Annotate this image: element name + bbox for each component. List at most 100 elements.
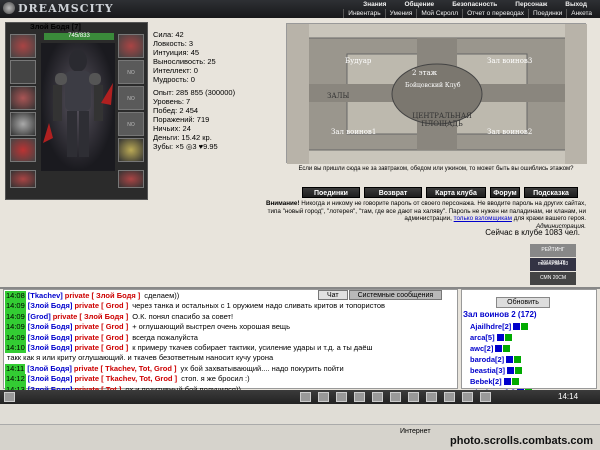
clan-icon bbox=[514, 356, 522, 363]
chat-nick[interactable]: [Grod] bbox=[28, 312, 51, 322]
forum-button[interactable]: Форум bbox=[490, 187, 520, 198]
user-list-item[interactable]: Ajailhdre[2] bbox=[470, 321, 595, 332]
ring-slot-2[interactable]: NO IMAGE bbox=[118, 86, 144, 126]
nav-communication[interactable]: Общение bbox=[395, 0, 443, 9]
user-name[interactable]: Bebek[2] bbox=[470, 376, 502, 387]
user-list-item[interactable]: awc[2] bbox=[470, 343, 595, 354]
chat-private-tag[interactable]: private [ Grod ] bbox=[74, 322, 128, 332]
hero-stats: Сила: 42 Ловкость: 3 Интуиция: 45 Выносл… bbox=[153, 30, 283, 84]
boots-slot[interactable] bbox=[118, 170, 144, 188]
chat-private-tag[interactable]: private [ Злой Бодя ] bbox=[53, 312, 129, 322]
info-icon[interactable] bbox=[496, 334, 504, 341]
map-floor-2[interactable]: 2 этаж bbox=[412, 69, 437, 77]
settings-icon[interactable] bbox=[372, 392, 383, 402]
stat-money: Деньги: 15.42 кр. bbox=[153, 133, 212, 142]
logo-text: DREAMSCITY bbox=[18, 2, 114, 15]
chat-message: ух бой захватывающий.... надо покурить п… bbox=[180, 363, 344, 373]
user-list-item[interactable]: beastia[3] bbox=[470, 365, 595, 376]
earring-slot[interactable] bbox=[10, 60, 36, 84]
user-name[interactable]: Ajailhdre[2] bbox=[470, 321, 511, 332]
ring-slot-3[interactable]: NO IMAGE bbox=[118, 112, 144, 152]
lock-icon[interactable] bbox=[426, 392, 437, 402]
map-hall-2[interactable]: Зал воинов2 bbox=[487, 128, 532, 136]
chat-private-tag[interactable]: private [ Grod ] bbox=[74, 343, 128, 353]
site-logo[interactable]: DREAMSCITY bbox=[3, 2, 123, 16]
chat-input-row[interactable] bbox=[0, 404, 600, 424]
user-name[interactable]: awc[2] bbox=[470, 343, 493, 354]
chat-nick[interactable]: [Злой Бодя] bbox=[28, 333, 73, 343]
sound-icon[interactable] bbox=[336, 392, 347, 402]
info-icon[interactable] bbox=[503, 378, 511, 385]
chat-private-tag[interactable]: private [ Tkachev, Tot, Grod ] bbox=[74, 364, 177, 374]
info-icon[interactable] bbox=[507, 367, 515, 374]
back-button[interactable]: Возврат bbox=[364, 187, 422, 198]
notice-title: Внимание! bbox=[265, 200, 300, 207]
info-icon[interactable] bbox=[495, 345, 503, 352]
cmn-counter[interactable]: CMN 20CM bbox=[530, 272, 576, 285]
chat-nick[interactable]: [Злой Бодя] bbox=[28, 301, 73, 311]
nav-character[interactable]: Персонаж bbox=[506, 0, 556, 9]
mute-icon[interactable] bbox=[462, 392, 473, 402]
gloves-slot[interactable] bbox=[118, 34, 144, 58]
user-list-item[interactable]: arca[5] bbox=[470, 332, 595, 343]
clan-icon bbox=[521, 323, 529, 330]
nav-skills[interactable]: Умения bbox=[384, 9, 417, 18]
chat-private-tag[interactable]: private [ Grod ] bbox=[74, 301, 128, 311]
mailru-counter[interactable]: mail.ru 58463 bbox=[530, 258, 576, 271]
nav-my-scroll[interactable]: Мой Скролл bbox=[416, 9, 462, 18]
nav-exit[interactable]: Выход bbox=[556, 0, 596, 9]
map-central-square[interactable]: ЦЕНТРАЛЬНАЯ ПЛОЩАДЬ bbox=[407, 112, 477, 128]
notice-link[interactable]: только взломщикам bbox=[454, 215, 512, 222]
hint-button[interactable]: Подсказка bbox=[524, 187, 578, 198]
info-icon[interactable] bbox=[513, 323, 521, 330]
refresh-button[interactable]: Обновить bbox=[496, 297, 550, 308]
belt-slot[interactable] bbox=[10, 170, 36, 188]
user-name[interactable]: beastia[3] bbox=[470, 365, 505, 376]
ring-slot-1[interactable]: NO IMAGE bbox=[118, 60, 144, 100]
zoom-icon[interactable] bbox=[444, 392, 455, 402]
hero-name[interactable]: Злой Бодя [7] bbox=[30, 22, 150, 32]
amulet-slot[interactable] bbox=[10, 86, 36, 110]
shield-slot[interactable] bbox=[118, 138, 144, 162]
chat-nick[interactable]: [Злой Бодя] bbox=[28, 322, 73, 332]
map-fight-club[interactable]: Бойцовский Клуб bbox=[405, 82, 460, 89]
chat-nick[interactable]: [Tkachev] bbox=[28, 291, 63, 301]
chat-timestamp: 14:09 bbox=[5, 311, 26, 323]
weapon-slot[interactable] bbox=[10, 112, 36, 136]
smile-icon[interactable] bbox=[4, 392, 15, 402]
translit-icon[interactable] bbox=[354, 392, 365, 402]
chat-private-tag[interactable]: private [ Злой Бодя ] bbox=[65, 291, 141, 301]
club-map-button[interactable]: Карта клуба bbox=[426, 187, 486, 198]
chat-line: 14:09 [Злой Бодя] private [ Grod ] всегда п… bbox=[5, 332, 457, 344]
user-name[interactable]: arca[5] bbox=[470, 332, 495, 343]
duels-button[interactable]: Поединки bbox=[302, 187, 360, 198]
nav-profile[interactable]: Анкета bbox=[566, 9, 596, 18]
helmet-slot[interactable] bbox=[10, 34, 36, 58]
map-hall-3[interactable]: Зал воинов3 bbox=[487, 57, 532, 65]
chat-nick[interactable]: [Злой Бодя] bbox=[28, 374, 73, 384]
filter-icon[interactable] bbox=[300, 392, 311, 402]
hero-progress: Опыт: 285 855 (300000) Уровень: 7 Побед:… bbox=[153, 88, 283, 151]
chat-nick[interactable]: [Злой Бодя] bbox=[28, 343, 73, 353]
exit-icon[interactable] bbox=[480, 392, 491, 402]
send-icon[interactable] bbox=[390, 392, 401, 402]
map-boudoir[interactable]: Будуар bbox=[345, 57, 371, 65]
nav-knowledge[interactable]: Знания bbox=[354, 0, 395, 9]
nav-security[interactable]: Безопасность bbox=[443, 0, 506, 9]
scroll-icon[interactable] bbox=[408, 392, 419, 402]
map-hall-1[interactable]: Зал воинов1 bbox=[331, 128, 376, 136]
nav-duels[interactable]: Поединки bbox=[527, 9, 566, 18]
rating-counter[interactable]: РЕЙТИНГ 261899176 bbox=[530, 244, 576, 266]
nav-transfer-report[interactable]: Отчет о переводах bbox=[462, 9, 528, 18]
clear-icon[interactable] bbox=[318, 392, 329, 402]
chat-private-tag[interactable]: private [ Grod ] bbox=[74, 333, 128, 343]
hero-avatar[interactable] bbox=[41, 43, 115, 171]
nav-inventory[interactable]: Инвентарь bbox=[343, 9, 384, 18]
user-name[interactable]: baroda[2] bbox=[470, 354, 504, 365]
user-list-item[interactable]: Bebek[2] bbox=[470, 376, 595, 387]
chat-nick[interactable]: [Злой Бодя] bbox=[27, 364, 72, 374]
chat-private-tag[interactable]: private [ Tkachev, Tot, Grod ] bbox=[74, 374, 177, 384]
info-icon[interactable] bbox=[506, 356, 514, 363]
armor-slot[interactable] bbox=[10, 138, 36, 162]
user-list-item[interactable]: baroda[2] bbox=[470, 354, 595, 365]
